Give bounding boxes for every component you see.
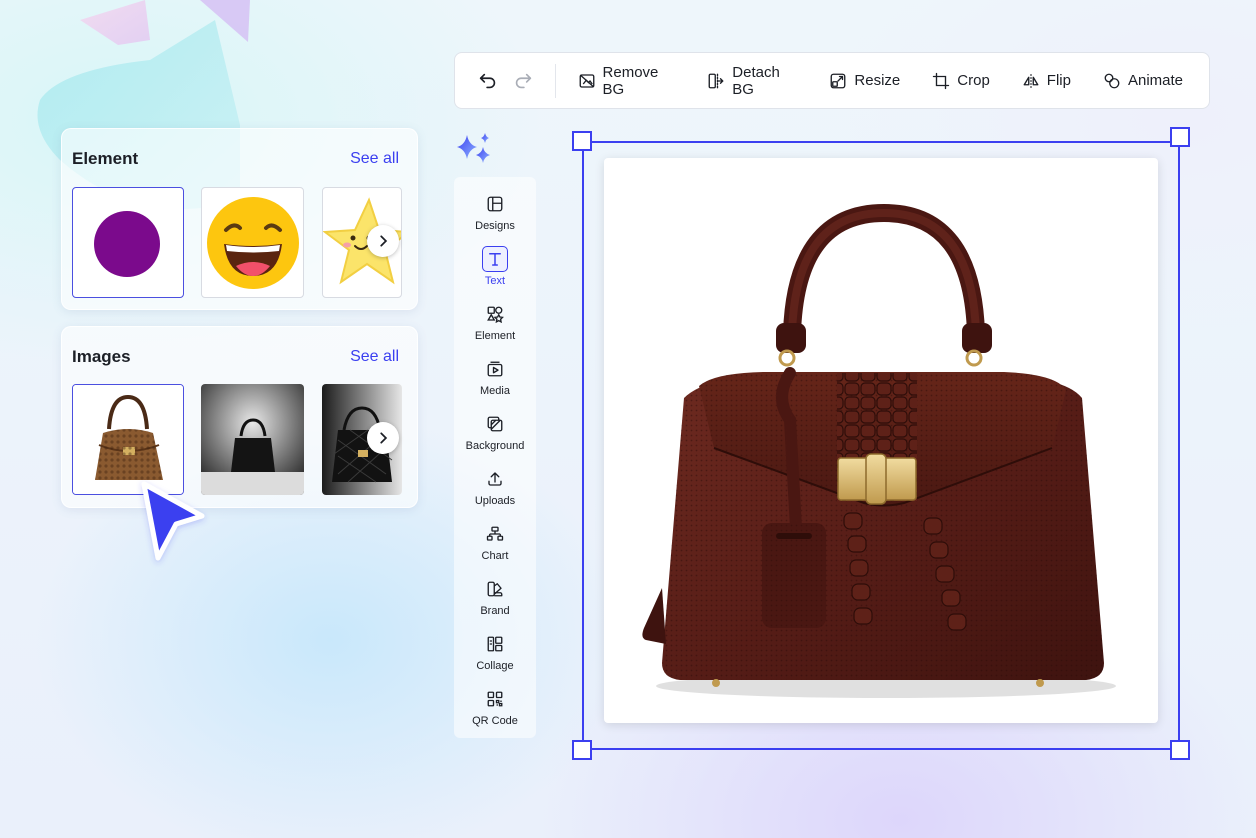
element-next-button[interactable] <box>367 225 399 257</box>
media-icon <box>487 361 503 377</box>
mouse-cursor-icon <box>141 481 205 561</box>
purple-circle-graphic <box>94 211 160 277</box>
left-sidebar: Designs Text Element Media Background Up… <box>454 177 536 738</box>
element-icon <box>487 306 504 323</box>
flip-icon <box>1023 73 1039 88</box>
sidebar-item-background[interactable]: Background <box>454 405 536 460</box>
undo-button[interactable] <box>471 62 506 100</box>
sidebar-item-label: Text <box>484 275 506 287</box>
sidebar-item-brand[interactable]: Brand <box>454 570 536 625</box>
sidebar-item-media[interactable]: Media <box>454 350 536 405</box>
sidebar-item-uploads[interactable]: Uploads <box>454 460 536 515</box>
chevron-right-icon <box>380 235 388 247</box>
text-icon <box>489 253 501 266</box>
images-panel-title: Images <box>72 347 131 366</box>
sidebar-item-label: Uploads <box>474 495 516 507</box>
upload-icon <box>488 472 502 486</box>
sidebar-item-label: QR Code <box>472 715 518 727</box>
designs-icon <box>487 196 503 212</box>
crop-label: Crop <box>957 72 990 89</box>
sidebar-item-qr-code[interactable]: QR Code <box>454 680 536 735</box>
sidebar-item-chart[interactable]: Chart <box>454 515 536 570</box>
images-next-button[interactable] <box>367 422 399 454</box>
sidebar-item-label: Collage <box>476 660 514 672</box>
sidebar-item-label: Background <box>465 440 525 452</box>
animate-icon <box>1104 73 1120 88</box>
sidebar-item-collage[interactable]: Collage <box>454 625 536 680</box>
animate-label: Animate <box>1127 72 1183 89</box>
selection-frame[interactable] <box>582 141 1180 750</box>
resize-button[interactable]: Resize <box>823 62 906 100</box>
resize-handle-bottom-left[interactable] <box>572 740 592 760</box>
element-see-all-link[interactable]: See all <box>350 150 399 168</box>
sidebar-item-designs[interactable]: Designs <box>454 185 536 240</box>
laughing-emoji-icon <box>207 197 299 289</box>
flip-button[interactable]: Flip <box>1016 62 1077 100</box>
element-thumb-purple-circle[interactable] <box>72 187 184 298</box>
sidebar-item-label: Designs <box>475 220 515 232</box>
brand-icon <box>487 581 503 597</box>
sidebar-item-text[interactable]: Text <box>454 240 536 295</box>
chart-icon <box>486 526 504 541</box>
resize-icon <box>830 73 846 88</box>
remove-bg-button[interactable]: Remove BG <box>572 62 682 100</box>
resize-label: Resize <box>854 72 901 89</box>
undo-icon <box>480 73 496 88</box>
qr-code-icon <box>487 691 503 707</box>
detach-bg-button[interactable]: Detach BG <box>701 62 803 100</box>
sidebar-item-element[interactable]: Element <box>454 295 536 350</box>
sidebar-item-label: Element <box>474 330 516 342</box>
images-panel: Images See all <box>61 326 418 508</box>
detach-bg-label: Detach BG <box>732 63 780 98</box>
black-handbag-image <box>201 384 304 495</box>
sidebar-item-label: Brand <box>480 605 510 617</box>
element-panel: Element See all <box>61 128 418 310</box>
animate-button[interactable]: Animate <box>1097 62 1189 100</box>
redo-icon <box>516 73 532 88</box>
sidebar-item-label: Chart <box>481 550 509 562</box>
remove-bg-label: Remove BG <box>602 63 659 98</box>
chevron-right-icon <box>380 432 388 444</box>
crop-button[interactable]: Crop <box>926 62 996 100</box>
toolbar-divider <box>554 63 556 98</box>
crop-icon <box>933 72 950 89</box>
remove-bg-icon <box>579 73 594 88</box>
top-toolbar: Remove BG Detach BG Resize Crop Flip Ani… <box>454 52 1210 109</box>
resize-handle-top-right[interactable] <box>1170 127 1190 147</box>
background-icon <box>487 416 503 432</box>
element-panel-title: Element <box>72 149 139 168</box>
redo-button[interactable] <box>506 62 541 100</box>
sidebar-item-label: Media <box>480 385 510 397</box>
resize-handle-bottom-right[interactable] <box>1170 740 1190 760</box>
flip-label: Flip <box>1046 72 1071 89</box>
element-thumb-laughing-emoji[interactable] <box>201 187 304 298</box>
detach-bg-icon <box>708 73 725 88</box>
ai-sparkle-icon[interactable] <box>455 131 495 167</box>
collage-icon <box>487 636 503 652</box>
resize-handle-top-left[interactable] <box>572 131 592 151</box>
images-see-all-link[interactable]: See all <box>350 348 399 366</box>
image-thumb-black-handbag-spotlight[interactable] <box>201 384 304 495</box>
